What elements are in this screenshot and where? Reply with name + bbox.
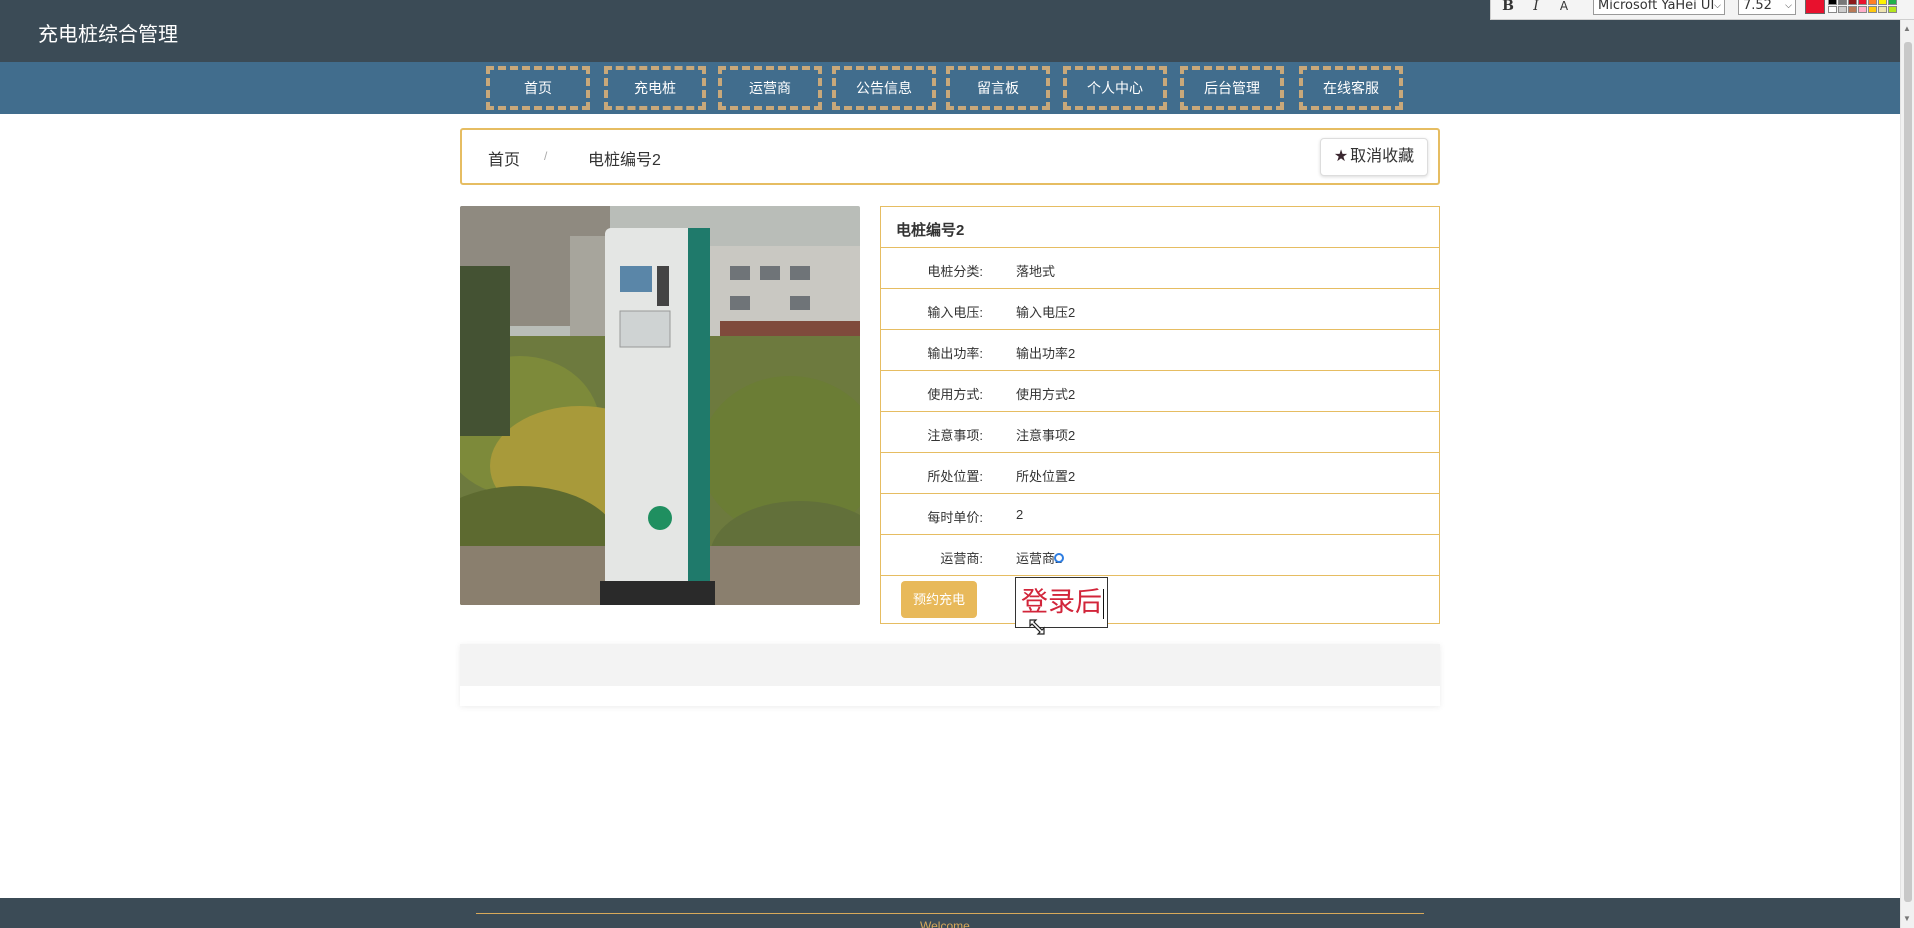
page-scrollbar[interactable]: ▲ ▼	[1900, 20, 1914, 928]
detail-row-input-voltage: 输入电压: 输入电压2	[881, 289, 1439, 330]
detail-label: 注意事项:	[927, 428, 983, 443]
color-swatch-pink[interactable]	[1858, 6, 1867, 13]
color-swatch-brown[interactable]	[1848, 6, 1857, 13]
footer-welcome: Welcome	[920, 919, 970, 928]
color-swatch-gold[interactable]	[1868, 6, 1877, 13]
current-color-swatch[interactable]	[1805, 0, 1825, 14]
breadcrumb-separator: /	[544, 149, 548, 163]
site-title: 充电桩综合管理	[38, 24, 178, 46]
detail-value: 所处位置2	[1016, 469, 1076, 484]
color-swatch-green[interactable]	[1888, 0, 1897, 5]
color-swatch-orange[interactable]	[1868, 0, 1877, 5]
detail-row-hourly-price: 每时单价: 2	[881, 494, 1439, 535]
scroll-up-icon[interactable]: ▲	[1903, 24, 1911, 33]
font-family-value: Microsoft YaHei UI	[1598, 0, 1715, 13]
nav-item-customer-service[interactable]: 在线客服	[1299, 66, 1403, 110]
color-swatch-yellow[interactable]	[1878, 0, 1887, 5]
nav-item-announcements[interactable]: 公告信息	[832, 66, 936, 110]
detail-label: 输出功率:	[927, 346, 983, 361]
detail-row-operator: 运营商: 运营商2	[881, 535, 1439, 576]
font-size-value: 7.52	[1743, 0, 1772, 13]
star-icon: ★	[1333, 148, 1349, 165]
detail-label: 使用方式:	[927, 387, 983, 402]
detail-row-usage: 使用方式: 使用方式2	[881, 371, 1439, 412]
bold-button[interactable]: B	[1499, 0, 1517, 16]
detail-value: 2	[1016, 507, 1024, 522]
detail-label: 每时单价:	[927, 510, 983, 525]
detail-label: 输入电压:	[927, 305, 983, 320]
nav-item-user-center[interactable]: 个人中心	[1063, 66, 1167, 110]
color-swatch-white[interactable]	[1828, 6, 1837, 13]
move-cursor-icon	[1029, 619, 1045, 635]
color-swatch-cream[interactable]	[1878, 6, 1887, 13]
scroll-down-icon[interactable]: ▼	[1903, 914, 1911, 923]
detail-value: 输出功率2	[1016, 346, 1076, 361]
text-caret	[1103, 588, 1104, 619]
breadcrumb-home[interactable]: 首页	[488, 146, 520, 170]
detail-value: 注意事项2	[1016, 428, 1076, 443]
font-family-select[interactable]: Microsoft YaHei UI ⌵	[1593, 0, 1725, 15]
detail-row-output-power: 输出功率: 输出功率2	[881, 330, 1439, 371]
color-swatch-lightgray[interactable]	[1838, 6, 1847, 13]
detail-title-row: 电桩编号2	[881, 207, 1439, 248]
color-swatch-gray[interactable]	[1838, 0, 1847, 5]
annotation-text: 登录后	[1021, 587, 1102, 617]
charging-pile-illustration	[460, 206, 860, 605]
breadcrumb: 首页 / 电桩编号2 ★ 取消收藏	[460, 128, 1440, 185]
text-editor-toolbar: B I A Microsoft YaHei UI ⌵ 7.52 ⌵	[1490, 0, 1914, 20]
scrollbar-thumb[interactable]	[1904, 42, 1912, 902]
detail-label: 所处位置:	[927, 469, 983, 484]
detail-label: 电桩分类:	[927, 264, 983, 279]
breadcrumb-current: 电桩编号2	[588, 152, 661, 169]
detail-row-location: 所处位置: 所处位置2	[881, 453, 1439, 494]
font-style-button[interactable]: A	[1555, 0, 1573, 16]
detail-title: 电桩编号2	[896, 222, 965, 239]
charging-pile-photo	[460, 206, 860, 605]
unfavorite-button[interactable]: ★ 取消收藏	[1320, 138, 1428, 176]
color-swatch-lime[interactable]	[1888, 6, 1897, 13]
unfavorite-label: 取消收藏	[1350, 148, 1415, 165]
nav-item-home[interactable]: 首页	[486, 66, 590, 110]
detail-value: 输入电压2	[1016, 305, 1076, 320]
chevron-down-icon: ⌵	[1714, 1, 1721, 11]
pile-detail-table: 电桩编号2 电桩分类: 落地式 输入电压: 输入电压2 输出功率: 输出功率2 …	[880, 206, 1440, 628]
color-swatch-black[interactable]	[1828, 0, 1837, 5]
book-charging-button[interactable]: 预约充电	[901, 581, 977, 618]
font-size-select[interactable]: 7.52 ⌵	[1738, 0, 1796, 15]
color-swatch-red[interactable]	[1858, 0, 1867, 5]
detail-label: 运营商:	[940, 551, 983, 566]
nav-item-operators[interactable]: 运营商	[718, 66, 822, 110]
resize-handle-icon[interactable]	[1054, 553, 1064, 563]
detail-row-category: 电桩分类: 落地式	[881, 248, 1439, 289]
footer: Welcome	[0, 898, 1900, 928]
detail-value: 使用方式2	[1016, 387, 1076, 402]
nav-item-charging-piles[interactable]: 充电桩	[604, 66, 706, 110]
footer-divider	[476, 913, 1424, 914]
detail-row-notes: 注意事项: 注意事项2	[881, 412, 1439, 453]
chevron-down-icon: ⌵	[1785, 1, 1792, 11]
nav-item-message-board[interactable]: 留言板	[946, 66, 1050, 110]
color-swatch-darkred[interactable]	[1848, 0, 1857, 5]
comments-panel	[460, 644, 1440, 706]
nav-item-admin[interactable]: 后台管理	[1180, 66, 1284, 110]
detail-value: 落地式	[1016, 264, 1056, 279]
comments-panel-header	[460, 644, 1440, 686]
italic-button[interactable]: I	[1527, 0, 1545, 16]
